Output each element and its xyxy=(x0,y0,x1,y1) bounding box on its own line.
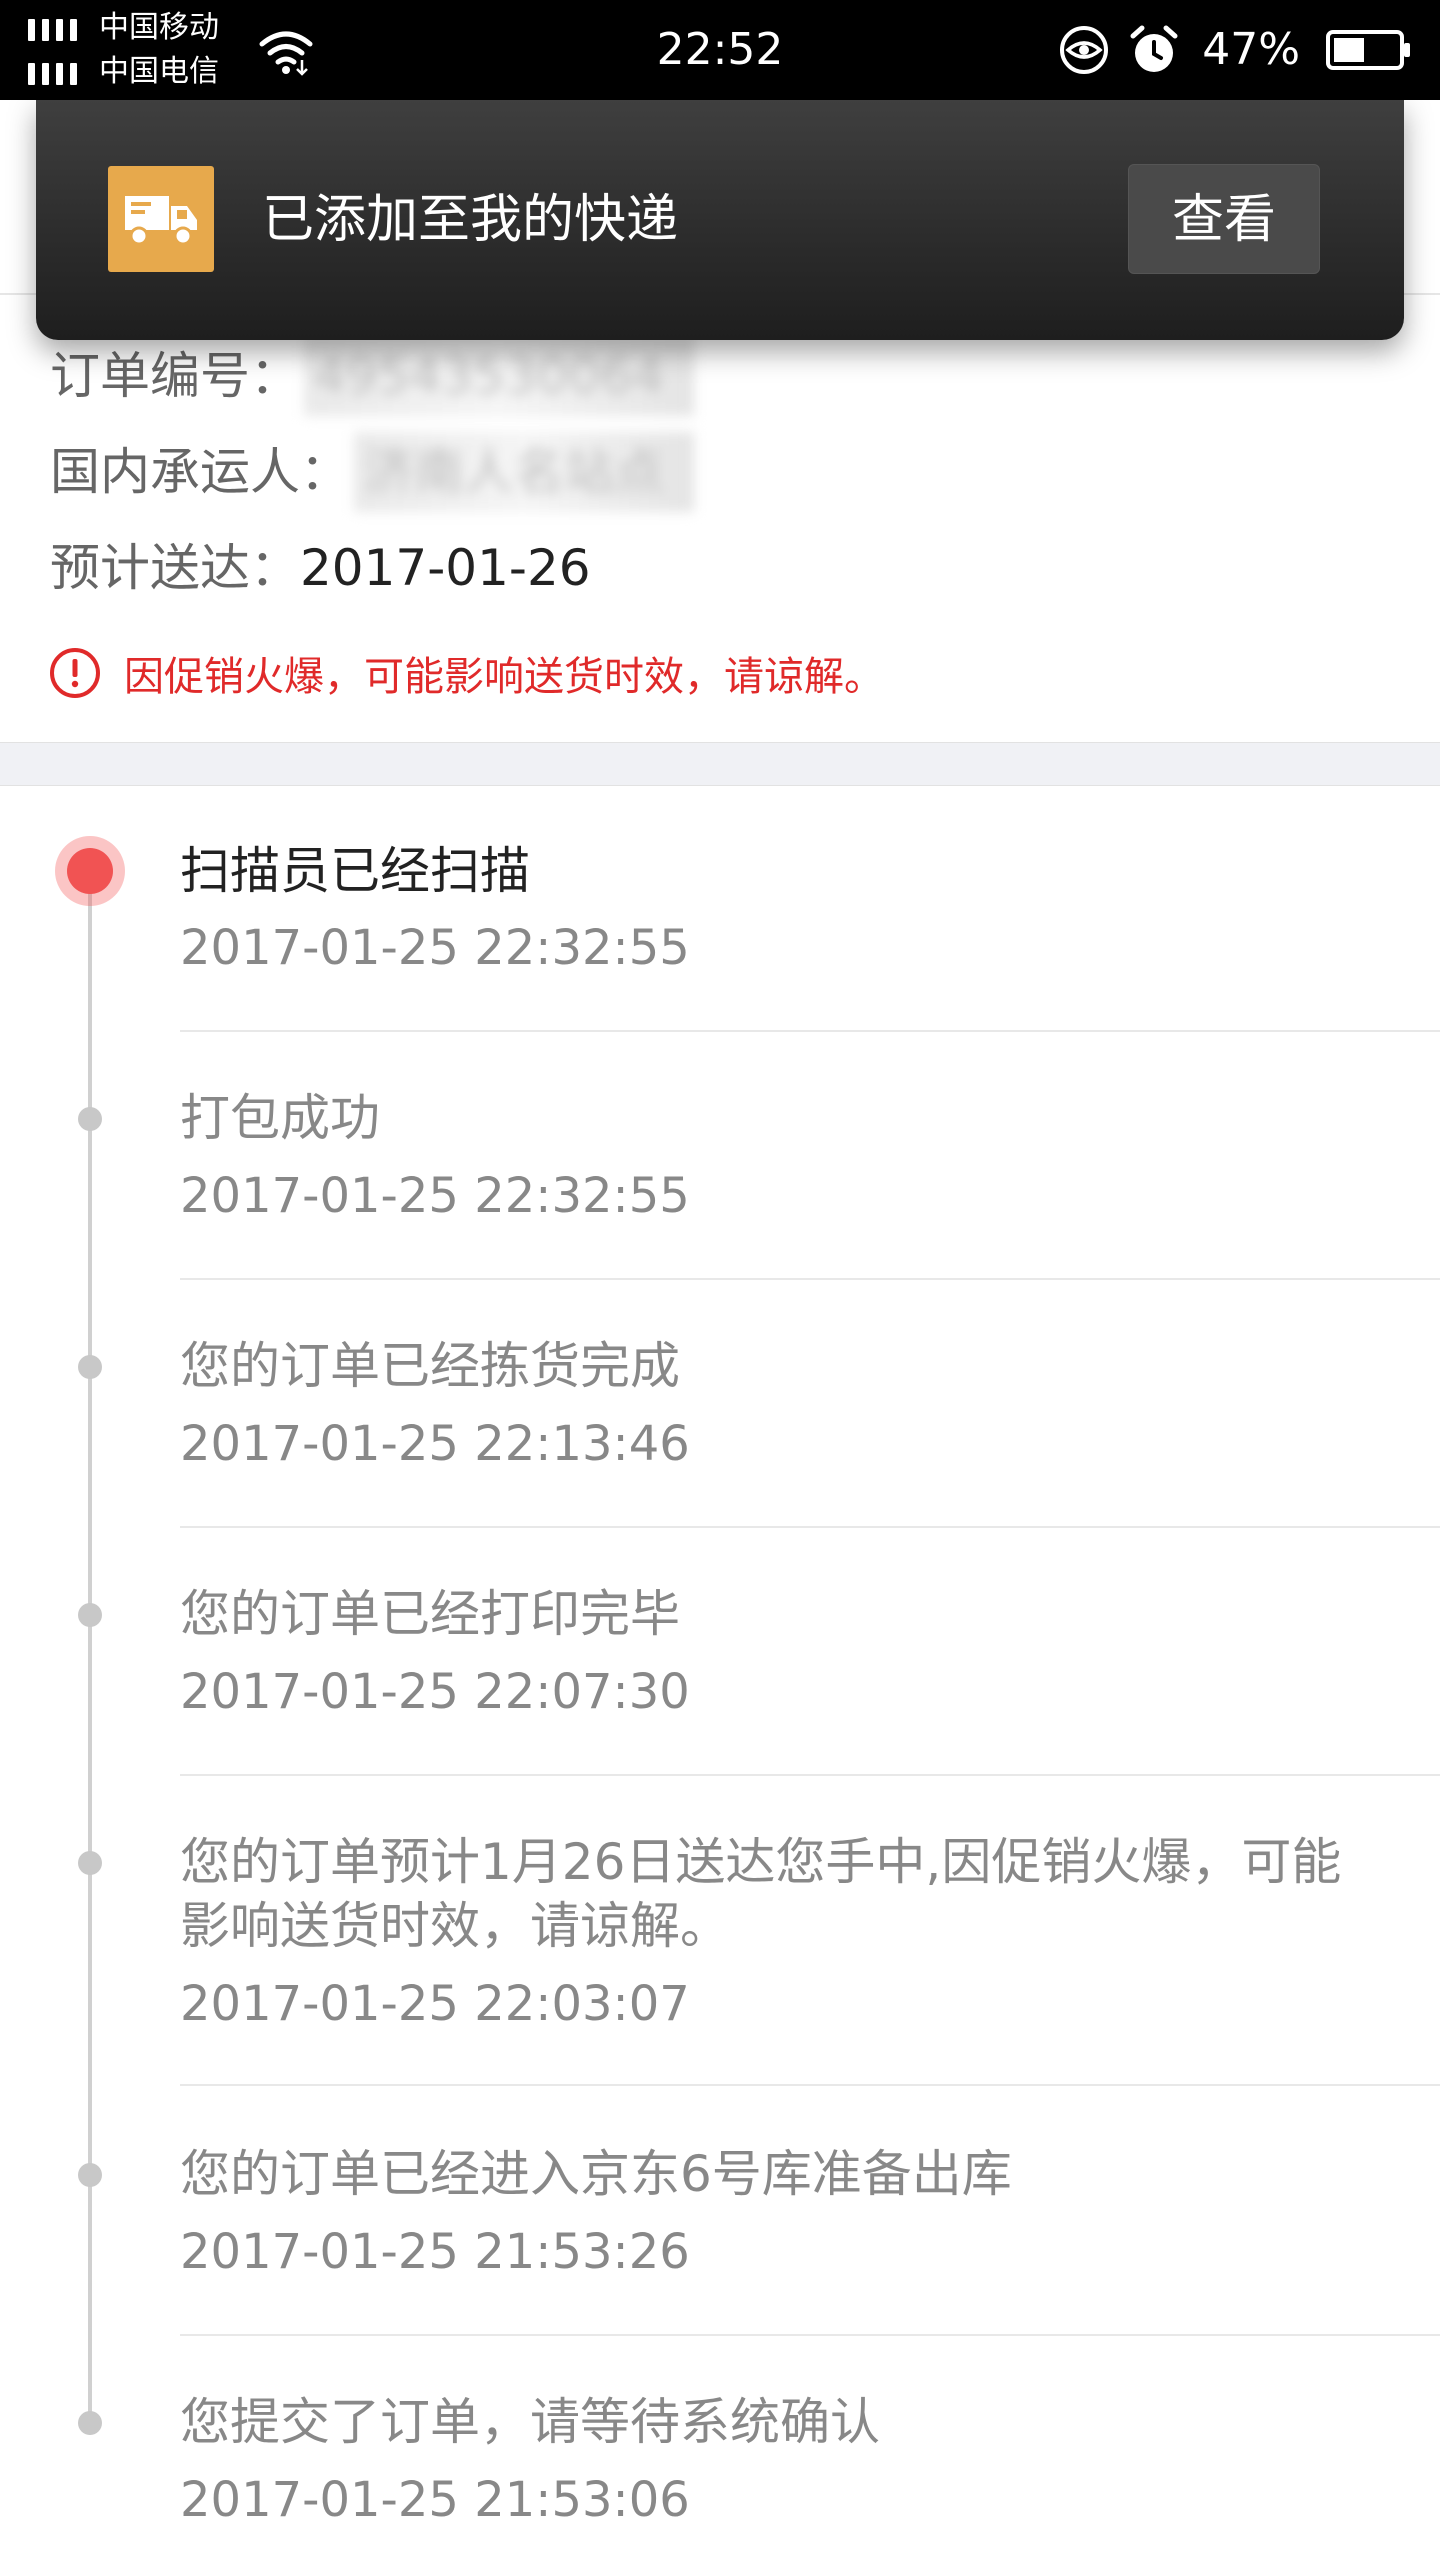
order-number-label: 订单编号： xyxy=(50,347,300,405)
timeline-item-time: 2017-01-25 22:07:30 xyxy=(180,1664,690,1720)
timeline-divider xyxy=(180,1774,1440,1776)
timeline-item-time: 2017-01-25 22:32:55 xyxy=(180,920,690,976)
timeline-dot xyxy=(78,2163,102,2187)
timeline-item-title: 您的订单已经进入京东6号库准备出库 xyxy=(180,2145,1012,2203)
alarm-icon xyxy=(1130,25,1178,72)
timeline-item-time: 2017-01-25 21:53:26 xyxy=(180,2224,690,2280)
battery-icon xyxy=(1326,30,1410,70)
toast-notification: 已添加至我的快递 查看 xyxy=(36,100,1404,340)
order-number-value: 49543530064 xyxy=(304,336,694,416)
timeline-item-title: 您提交了订单，请等待系统确认 xyxy=(180,2393,880,2451)
timeline-divider xyxy=(180,2334,1440,2336)
eye-icon xyxy=(1060,26,1109,74)
status-bar: 中国移动 中国电信 22:52 47% xyxy=(0,0,1440,100)
timeline-item-title: 扫描员已经扫描 xyxy=(180,842,530,900)
timeline-item-time: 2017-01-25 22:13:46 xyxy=(180,1416,690,1472)
timeline-dot xyxy=(78,1851,102,1875)
timeline-item-time: 2017-01-25 22:03:07 xyxy=(180,1976,690,2032)
carrier-value: 济南人名站点 xyxy=(354,432,694,512)
timeline-dot xyxy=(78,1603,102,1627)
alert-icon xyxy=(50,648,100,698)
timeline-item-time: 2017-01-25 21:53:06 xyxy=(180,2472,690,2528)
timeline-divider xyxy=(180,1526,1440,1528)
timeline-dot xyxy=(78,1355,102,1379)
toast-message: 已添加至我的快递 xyxy=(262,190,679,250)
carrier-row: 国内承运人： 济南人名站点 xyxy=(50,432,694,512)
eta-value: 2017-01-26 xyxy=(300,539,591,597)
timeline-dot-active xyxy=(55,836,125,906)
timeline-divider xyxy=(180,2084,1440,2086)
section-divider xyxy=(0,742,1440,786)
eta-row: 预计送达：2017-01-26 xyxy=(50,528,591,608)
view-button[interactable]: 查看 xyxy=(1128,164,1320,274)
timeline-divider xyxy=(180,1030,1440,1032)
timeline-item-title: 您的订单预计1月26日送达您手中,因促销火爆，可能影响送货时效，请谅解。 xyxy=(180,1833,1342,1955)
delivery-truck-icon xyxy=(108,166,214,272)
status-right-group: 47% xyxy=(1058,0,1412,100)
timeline-dot xyxy=(78,2411,102,2435)
delay-notice-text: 因促销火爆，可能影响送货时效，请谅解。 xyxy=(124,654,884,700)
timeline-dot xyxy=(78,1107,102,1131)
timeline-item-title: 您的订单已经打印完毕 xyxy=(180,1585,680,1643)
timeline-item-title: 您的订单已经拣货完成 xyxy=(180,1337,680,1395)
battery-percentage: 47% xyxy=(1202,24,1300,75)
order-number-row: 订单编号： 49543530064 xyxy=(50,336,694,416)
timeline-item-time: 2017-01-25 22:32:55 xyxy=(180,1168,690,1224)
timeline-item-title: 打包成功 xyxy=(180,1089,380,1147)
carrier-label: 国内承运人： xyxy=(50,443,350,501)
eta-label: 预计送达： xyxy=(50,539,300,597)
timeline-divider xyxy=(180,1278,1440,1280)
delay-notice: 因促销火爆，可能影响送货时效，请谅解。 xyxy=(48,636,884,710)
